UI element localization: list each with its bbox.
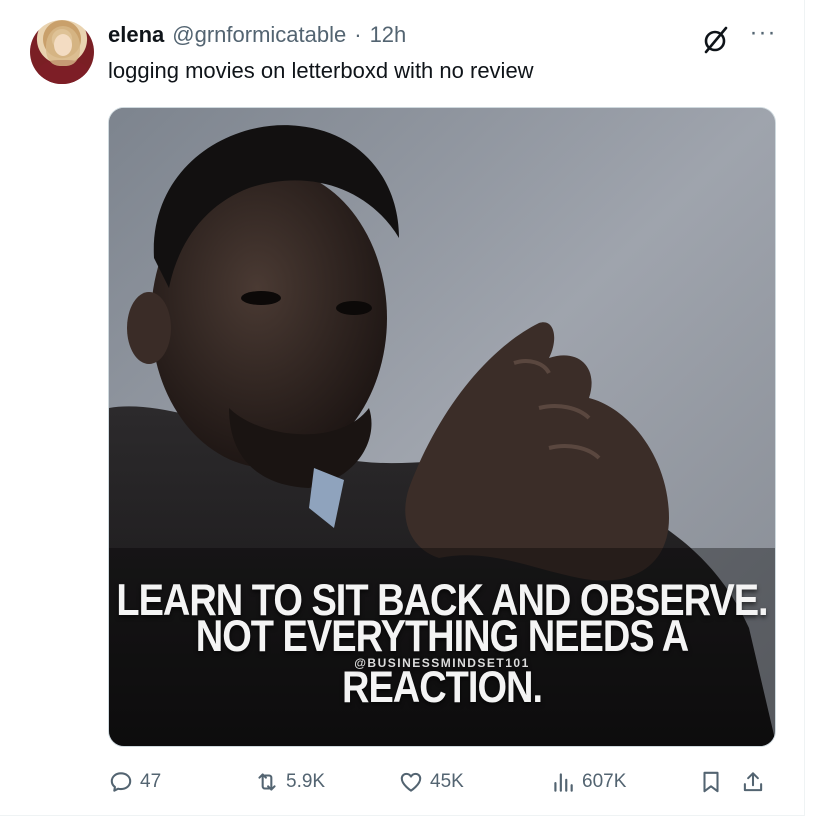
bookmark-icon (703, 771, 719, 793)
caption-credit: @BUSINESSMINDSET101 (354, 656, 530, 670)
repost-button[interactable]: 5.9K (254, 766, 325, 798)
reply-icon (110, 772, 132, 792)
avatar[interactable] (30, 20, 94, 84)
reply-count: 47 (140, 771, 162, 792)
tweet-header: elena @grnformicatable · 12h (108, 22, 406, 50)
share-icon (743, 772, 763, 792)
more-icon[interactable]: ··· (748, 21, 778, 52)
user-handle[interactable]: @grnformicatable (172, 22, 346, 48)
grok-icon[interactable] (700, 24, 732, 56)
bookmark-button[interactable] (698, 766, 724, 798)
separator-dot: · (354, 22, 362, 47)
tweet-text: logging movies on letterboxd with no rev… (108, 58, 534, 83)
timestamp[interactable]: 12h (370, 22, 407, 48)
repost-count: 5.9K (286, 771, 326, 792)
views-count: 607K (582, 771, 627, 792)
action-bar: 47 5.9K 45K 607K (108, 766, 776, 798)
tweet-card[interactable]: elena @grnformicatable · 12h ··· logging… (0, 0, 805, 816)
like-count: 45K (430, 771, 464, 792)
like-icon (400, 772, 422, 792)
tweet-media-image[interactable]: LEARN TO SIT BACK AND OBSERVE. NOT EVERY… (108, 107, 776, 747)
repost-icon (258, 773, 276, 791)
views-button[interactable]: 607K (550, 766, 626, 798)
like-button[interactable]: 45K (398, 766, 464, 798)
views-icon (554, 773, 573, 792)
share-button[interactable] (740, 766, 766, 798)
reply-button[interactable]: 47 (108, 766, 161, 798)
display-name[interactable]: elena (108, 22, 164, 48)
